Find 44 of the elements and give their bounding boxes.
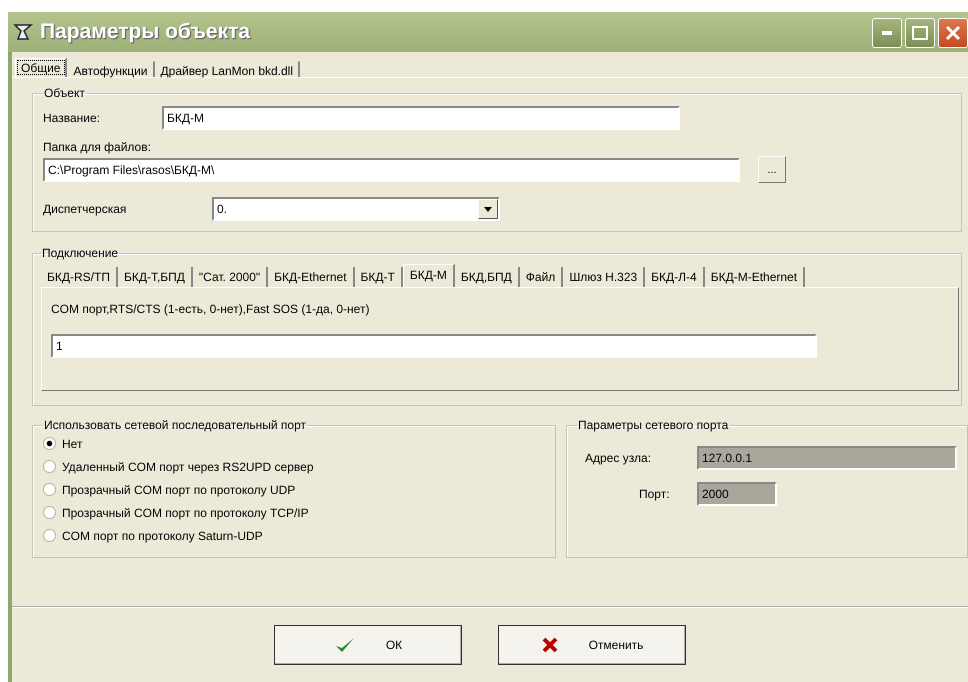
tab[interactable]: БКД-М-Ethernet bbox=[704, 267, 806, 287]
tab[interactable]: БКД-М bbox=[402, 264, 455, 287]
radio-button[interactable] bbox=[43, 483, 56, 496]
close-icon bbox=[945, 25, 961, 41]
folder-field[interactable]: C:\Program Files\rasos\БКД-М\ bbox=[43, 158, 740, 182]
port-field[interactable]: 2000 bbox=[697, 482, 777, 506]
radio-button[interactable] bbox=[43, 460, 56, 473]
field-label: Диспетчерская bbox=[43, 202, 128, 216]
browse-button[interactable]: ... bbox=[758, 156, 786, 183]
connection-field[interactable]: 1 bbox=[51, 334, 817, 358]
address-field[interactable]: 127.0.0.1 bbox=[697, 446, 957, 470]
field-label: Адрес узла: bbox=[584, 451, 652, 465]
radio-label[interactable]: Нет bbox=[62, 436, 82, 450]
field-label: Папка для файлов: bbox=[43, 140, 151, 154]
group-title: Объект bbox=[43, 86, 86, 100]
minimize-button[interactable] bbox=[872, 18, 902, 48]
cancel-button[interactable]: Отменить bbox=[498, 625, 686, 665]
tab[interactable]: БКД-Т bbox=[354, 267, 403, 287]
field-label: Название: bbox=[43, 111, 101, 125]
radio-label[interactable]: Удаленный COM порт через RS2UPD сервер bbox=[62, 460, 314, 474]
name-field[interactable]: БКД-М bbox=[162, 106, 680, 130]
radio-label[interactable]: Прозрачный COM порт по протоколу TCP/IP bbox=[62, 506, 309, 520]
tab[interactable]: Драйвер LanMon bkd.dll bbox=[154, 61, 300, 77]
description-text: COM порт,RTS/CTS (1-есть, 0-нет),Fast SOS (1-да, 0-нет) bbox=[51, 302, 370, 316]
group-title: Параметры сетевого порта bbox=[577, 418, 730, 432]
radio-label[interactable]: Прозрачный COM порт по протоколу UDP bbox=[62, 482, 296, 496]
radio-button[interactable] bbox=[43, 506, 56, 519]
group-title: Использовать сетевой последовательный порт bbox=[43, 418, 307, 432]
group-title: Подключение bbox=[41, 246, 120, 260]
radio-button[interactable] bbox=[43, 529, 56, 542]
maximize-button[interactable] bbox=[905, 18, 935, 48]
cross-icon bbox=[540, 636, 559, 654]
field-label: Порт: bbox=[638, 487, 671, 501]
tab[interactable]: Общие bbox=[15, 58, 68, 77]
ok-button[interactable]: ОК bbox=[274, 625, 462, 665]
minimize-icon bbox=[882, 31, 892, 35]
maximize-icon bbox=[912, 26, 928, 40]
caret-icon bbox=[484, 206, 492, 212]
window-title: Параметры объекта bbox=[40, 20, 250, 44]
radio-button[interactable] bbox=[43, 437, 56, 450]
radio-label[interactable]: COM порт по протоколу Saturn-UDP bbox=[62, 528, 263, 542]
checkmark-icon bbox=[334, 636, 356, 654]
close-button[interactable] bbox=[938, 18, 968, 48]
dispatch-dropdown[interactable]: 0. bbox=[212, 197, 500, 221]
